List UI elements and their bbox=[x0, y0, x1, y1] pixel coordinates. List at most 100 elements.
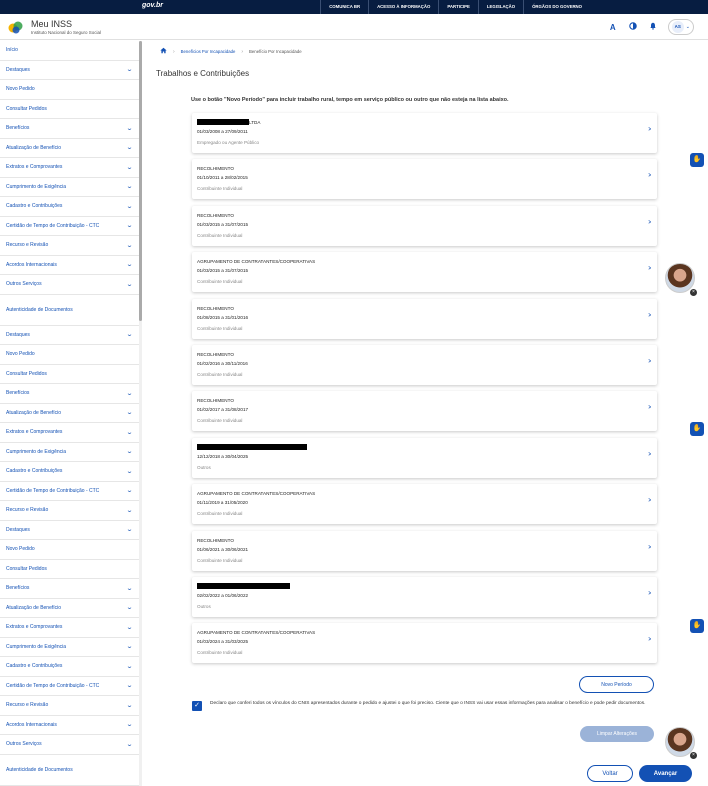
clear-changes-button[interactable]: Limpar Alterações bbox=[580, 726, 654, 742]
chevron-down-icon[interactable]: ⌄ bbox=[126, 164, 133, 171]
vlibras-hands-icon[interactable]: ✋ bbox=[690, 153, 704, 167]
sidebar-item[interactable]: Atualização de Benefício ⌄ bbox=[0, 599, 139, 618]
sidebar-item[interactable]: Recurso e Revisão ⌄ bbox=[0, 236, 139, 256]
chevron-down-icon[interactable]: ⌄ bbox=[126, 624, 133, 631]
chevron-right-icon[interactable]: > bbox=[649, 220, 651, 226]
sidebar-item[interactable]: Certidão de Tempo de Contribuição - CTC ⌄ bbox=[0, 677, 139, 696]
gov-link[interactable]: ACESSO À INFORMAÇÃO bbox=[368, 0, 438, 14]
bell-icon[interactable] bbox=[648, 22, 658, 32]
chevron-down-icon[interactable]: ⌄ bbox=[126, 663, 133, 670]
sidebar-item[interactable]: Autenticidade de Documentos bbox=[0, 755, 139, 786]
chevron-down-icon[interactable]: ⌄ bbox=[126, 390, 133, 397]
user-menu[interactable]: AS ⌄ bbox=[667, 19, 694, 35]
sidebar-item[interactable]: Benefícios ⌄ bbox=[0, 579, 139, 599]
sidebar-item[interactable]: Extratos e Comprovantes ⌄ bbox=[0, 158, 139, 178]
chevron-down-icon[interactable]: ⌄ bbox=[126, 702, 133, 709]
chevron-right-icon[interactable]: > bbox=[649, 266, 651, 272]
contribution-card[interactable]: RECOLHIMENTO 01/02/2017 a 31/08/2017 Contr… bbox=[192, 391, 657, 432]
new-period-button[interactable]: Novo Período bbox=[579, 676, 654, 693]
chevron-down-icon[interactable]: ⌄ bbox=[126, 487, 133, 494]
sidebar-item[interactable]: Destaques ⌄ bbox=[0, 521, 139, 540]
gov-link[interactable]: PARTICIPE bbox=[438, 0, 478, 14]
gov-link[interactable]: ÓRGÃOS DO GOVERNO bbox=[523, 0, 590, 14]
chevron-right-icon[interactable]: > bbox=[649, 637, 651, 643]
sidebar-item[interactable]: Certidão de Tempo de Contribuição - CTC ⌄ bbox=[0, 482, 139, 501]
sidebar-item[interactable]: Consultar Pedidos bbox=[0, 560, 139, 579]
virtual-assistant-avatar[interactable] bbox=[665, 263, 695, 293]
sidebar-item[interactable]: Cumprimento de Exigência ⌄ bbox=[0, 178, 139, 197]
sidebar-item[interactable]: Atualização de Benefício ⌄ bbox=[0, 404, 139, 423]
chevron-down-icon[interactable]: ⌄ bbox=[126, 526, 133, 533]
sidebar-item[interactable]: Consultar Pedidos bbox=[0, 365, 139, 384]
chevron-down-icon[interactable]: ⌄ bbox=[126, 66, 133, 73]
sidebar-item[interactable]: Benefícios ⌄ bbox=[0, 119, 139, 139]
next-button[interactable]: Avançar bbox=[639, 765, 692, 782]
chevron-right-icon[interactable]: > bbox=[649, 545, 651, 551]
contrast-icon[interactable] bbox=[628, 22, 638, 32]
declaration-checkbox[interactable]: ✓ bbox=[192, 701, 202, 711]
chevron-down-icon[interactable]: ⌄ bbox=[126, 429, 133, 436]
sidebar-item[interactable]: Novo Pedido bbox=[0, 540, 139, 560]
back-button[interactable]: Voltar bbox=[587, 765, 633, 782]
sidebar-item[interactable]: Benefícios ⌄ bbox=[0, 384, 139, 404]
sidebar-item[interactable]: Outros Serviços ⌄ bbox=[0, 275, 139, 295]
close-icon[interactable]: × bbox=[690, 752, 697, 759]
close-icon[interactable]: × bbox=[690, 289, 697, 296]
sidebar-item[interactable]: Recurso e Revisão ⌄ bbox=[0, 501, 139, 521]
sidebar-item[interactable]: Outros Serviços ⌄ bbox=[0, 735, 139, 755]
chevron-down-icon[interactable]: ⌄ bbox=[126, 604, 133, 611]
contribution-card[interactable]: RECOLHIMENTO 01/08/2015 a 31/01/2016 Contr… bbox=[192, 298, 657, 339]
chevron-right-icon[interactable]: > bbox=[649, 452, 651, 458]
chevron-right-icon[interactable]: > bbox=[649, 359, 651, 365]
chevron-down-icon[interactable]: ⌄ bbox=[126, 741, 133, 748]
sidebar-item[interactable]: Início bbox=[0, 41, 139, 61]
sidebar-item[interactable]: Cadastro e Contribuições ⌄ bbox=[0, 657, 139, 677]
chevron-down-icon[interactable]: ⌄ bbox=[126, 409, 133, 416]
inss-logo-icon[interactable] bbox=[8, 20, 24, 34]
sidebar-item[interactable]: Cumprimento de Exigência ⌄ bbox=[0, 443, 139, 462]
contribution-card[interactable]: 12/12/2018 a 30/04/2025 Outros > bbox=[192, 437, 657, 478]
sidebar-item[interactable]: Extratos e Comprovantes ⌄ bbox=[0, 423, 139, 443]
chevron-down-icon[interactable]: ⌄ bbox=[126, 721, 133, 728]
sidebar-item[interactable]: Autenticidade de Documentos bbox=[0, 295, 139, 326]
chevron-right-icon[interactable]: > bbox=[649, 173, 651, 179]
sidebar-item[interactable]: Certidão de Tempo de Contribuição - CTC ⌄ bbox=[0, 217, 139, 236]
sidebar-item[interactable]: Destaques ⌄ bbox=[0, 61, 139, 80]
font-size-icon[interactable]: A bbox=[608, 23, 618, 32]
chevron-down-icon[interactable]: ⌄ bbox=[126, 643, 133, 650]
sidebar-item[interactable]: Cadastro e Contribuições ⌄ bbox=[0, 462, 139, 482]
chevron-down-icon[interactable]: ⌄ bbox=[126, 331, 133, 338]
sidebar-item[interactable]: Consultar Pedidos bbox=[0, 100, 139, 119]
chevron-down-icon[interactable]: ⌄ bbox=[126, 261, 133, 268]
breadcrumb-link[interactable]: Benefícios Por Incapacidade bbox=[181, 49, 236, 54]
chevron-right-icon[interactable]: > bbox=[649, 405, 651, 411]
chevron-down-icon[interactable]: ⌄ bbox=[126, 203, 133, 210]
govbr-logo[interactable]: gov.br bbox=[142, 2, 163, 9]
contribution-card[interactable]: AGRUPAMENTO DE CONTRATANTES/COOPERATIVAS… bbox=[192, 623, 657, 664]
sidebar-item[interactable]: Novo Pedido bbox=[0, 345, 139, 365]
chevron-down-icon[interactable]: ⌄ bbox=[126, 222, 133, 229]
contribution-card[interactable]: RECOLHIMENTO 01/10/2011 a 28/02/2015 Contr… bbox=[192, 159, 657, 200]
chevron-right-icon[interactable]: > bbox=[649, 498, 651, 504]
contribution-card[interactable]: RECOLHIMENTO 01/03/2015 a 31/07/2015 Contr… bbox=[192, 205, 657, 246]
gov-link[interactable]: LEGISLAÇÃO bbox=[477, 0, 523, 14]
contribution-card[interactable]: LTDA 01/03/2008 a 27/09/2011 Empregado ou … bbox=[192, 113, 657, 153]
gov-link[interactable]: COMUNICA BR bbox=[320, 0, 368, 14]
chevron-down-icon[interactable]: ⌄ bbox=[126, 507, 133, 514]
sidebar-item[interactable]: Novo Pedido bbox=[0, 80, 139, 100]
chevron-down-icon[interactable]: ⌄ bbox=[126, 144, 133, 151]
chevron-down-icon[interactable]: ⌄ bbox=[126, 448, 133, 455]
sidebar-item[interactable]: Atualização de Benefício ⌄ bbox=[0, 139, 139, 158]
vlibras-hands-icon[interactable]: ✋ bbox=[690, 422, 704, 436]
chevron-down-icon[interactable]: ⌄ bbox=[126, 682, 133, 689]
sidebar-item[interactable]: Acordos Internacionais ⌄ bbox=[0, 716, 139, 735]
home-icon[interactable] bbox=[160, 47, 167, 56]
contribution-card[interactable]: RECOLHIMENTO 01/02/2016 a 30/11/2016 Contr… bbox=[192, 345, 657, 385]
chevron-down-icon[interactable]: ⌄ bbox=[126, 125, 133, 132]
chevron-down-icon[interactable]: ⌄ bbox=[126, 281, 133, 288]
contribution-card[interactable]: AGRUPAMENTO DE CONTRATANTES/COOPERATIVAS… bbox=[192, 252, 657, 293]
sidebar-item[interactable]: Destaques ⌄ bbox=[0, 326, 139, 345]
chevron-down-icon[interactable]: ⌄ bbox=[126, 585, 133, 592]
sidebar-item[interactable]: Recurso e Revisão ⌄ bbox=[0, 696, 139, 716]
contribution-card[interactable]: RECOLHIMENTO 01/06/2021 a 30/06/2021 Contr… bbox=[192, 530, 657, 571]
